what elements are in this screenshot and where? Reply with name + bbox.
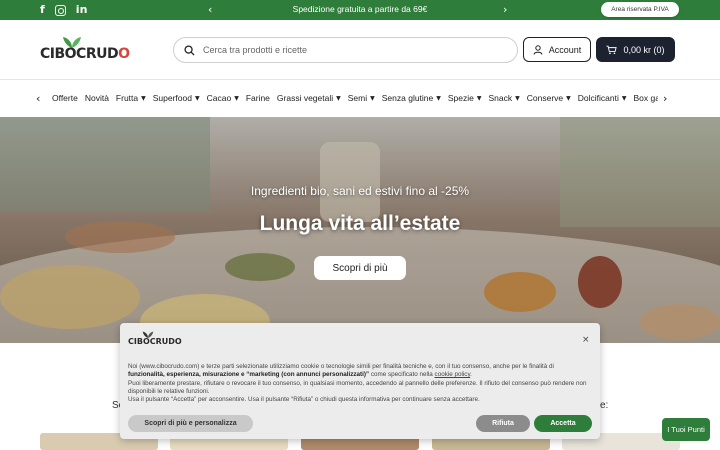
category-list: Offerte Novità Frutta ▼ Superfood ▼ Cacao ▼ Fari… [52, 93, 658, 103]
accept-button[interactable]: Accetta [534, 415, 592, 432]
cookie-notice-text: Noi (www.cibocrudo.com) e terze parti se… [128, 363, 594, 404]
category-label: Dolcificanti [577, 93, 619, 103]
category-label: Cacao [206, 93, 232, 103]
search-icon [184, 44, 195, 56]
search-bar[interactable] [173, 37, 518, 63]
reserved-area-button[interactable]: Area riservata P.IVA [601, 2, 679, 17]
linkedin-icon[interactable]: in [76, 3, 88, 17]
category-item[interactable]: Senza glutine ▼ [382, 93, 441, 103]
category-item[interactable]: Frutta ▼ [116, 93, 146, 103]
category-item[interactable]: Superfood ▼ [153, 93, 200, 103]
cookie-text-line: Noi (www.cibocrudo.com) e terze parti se… [128, 363, 554, 370]
facebook-icon[interactable]: f [40, 3, 45, 17]
promo-next-arrow-icon[interactable]: › [503, 3, 507, 16]
section-heading-fragment-right: e: [600, 400, 609, 411]
cart-total: 0,00 kr (0) [623, 44, 665, 55]
close-icon[interactable]: × [582, 335, 590, 345]
chevron-down-icon: ▼ [141, 94, 146, 102]
chevron-down-icon: ▼ [234, 94, 239, 102]
search-input[interactable] [203, 45, 503, 55]
category-label: Conserve [526, 93, 564, 103]
account-button[interactable]: Account [523, 37, 591, 62]
reject-button[interactable]: Rifiuta [476, 415, 530, 432]
chevron-down-icon: ▼ [194, 94, 200, 102]
category-nav: ‹ Offerte Novità Frutta ▼ Superfood ▼ Cacao ▼ Fa… [0, 81, 720, 117]
category-item[interactable]: Farine [246, 93, 270, 103]
category-label: Farine [245, 93, 270, 103]
category-label: Snack [488, 93, 513, 103]
promo-text: Spedizione gratuita a partire da 69€ [292, 4, 428, 14]
category-label: Box gastronomi [633, 93, 658, 103]
category-item[interactable]: Conserve ▼ [527, 93, 571, 103]
cookie-logo: CIBOCRUDO [128, 331, 182, 349]
category-label: Offerte [52, 93, 78, 103]
site-logo[interactable]: CIBOCRUDO [40, 36, 130, 66]
category-item[interactable]: Spezie ▼ [448, 93, 482, 103]
user-icon [533, 44, 543, 55]
category-label: Grassi vegetali [276, 93, 334, 103]
category-item[interactable]: Cacao ▼ [207, 93, 239, 103]
category-item[interactable]: Novità [85, 93, 109, 103]
chevron-down-icon: ▼ [621, 94, 627, 102]
hero-title: Lunga vita all’estate [259, 212, 461, 235]
category-label: Superfood [152, 93, 192, 103]
chevron-down-icon: ▼ [515, 94, 520, 102]
category-label: Senza glutine [381, 93, 434, 103]
social-links: f in [40, 3, 87, 17]
cookie-logo-text: CIBOCRUDO [128, 337, 182, 346]
category-prev-arrow-icon[interactable]: ‹ [36, 92, 40, 105]
loyalty-points-button[interactable]: I Tuoi Punti [662, 418, 710, 441]
site-header: CIBOCRUDO Account 0,00 kr (0) [0, 20, 720, 80]
customize-button[interactable]: Scopri di più e personalizza [128, 415, 253, 432]
chevron-down-icon: ▼ [436, 94, 441, 102]
cart-icon [606, 45, 618, 54]
category-item[interactable]: Offerte [52, 93, 78, 103]
promo-prev-arrow-icon[interactable]: ‹ [208, 3, 212, 16]
cookie-text-line: funzionalità, esperienza, misurazione e … [128, 371, 472, 379]
cookie-policy-link[interactable]: cookie policy [435, 371, 471, 378]
category-label: Semi [347, 93, 368, 103]
hero-subtitle: Ingredienti bio, sani ed estivi fino al … [250, 184, 470, 198]
cookie-text-line: Usa il pulsante “Accetta” per acconsenti… [128, 396, 480, 404]
cookie-text-line: Puoi liberamente prestare, rifiutare o r… [128, 379, 587, 395]
category-item[interactable]: Semi ▼ [348, 93, 375, 103]
cart-button[interactable]: 0,00 kr (0) [596, 37, 675, 62]
account-label: Account [548, 44, 582, 55]
cookie-banner: CIBOCRUDO × Noi (www.cibocrudo.com) e te… [120, 323, 600, 439]
chevron-down-icon: ▼ [566, 94, 571, 102]
category-label: Spezie [447, 93, 474, 103]
category-item[interactable]: Grassi vegetali ▼ [277, 93, 341, 103]
chevron-down-icon: ▼ [336, 94, 341, 102]
category-item[interactable]: Snack ▼ [489, 93, 520, 103]
instagram-icon[interactable] [54, 4, 66, 16]
hero-cta-button[interactable]: Scopri di più [314, 256, 406, 280]
announcement-bar: f in ‹ Spedizione gratuita a partire da … [0, 0, 720, 20]
hero-banner: Ingredienti bio, sani ed estivi fino al … [0, 117, 720, 343]
category-item[interactable]: Dolcificanti ▼ [578, 93, 627, 103]
cookie-purposes: funzionalità, esperienza, misurazione e … [128, 371, 370, 379]
category-next-arrow-icon[interactable]: › [663, 92, 667, 105]
category-label: Frutta [115, 93, 139, 103]
chevron-down-icon: ▼ [370, 94, 375, 102]
category-item[interactable]: Box gastronomi [634, 93, 658, 103]
logo-text: CIBOCRUDO [40, 46, 130, 62]
category-label: Novità [84, 93, 109, 103]
chevron-down-icon: ▼ [476, 94, 482, 102]
